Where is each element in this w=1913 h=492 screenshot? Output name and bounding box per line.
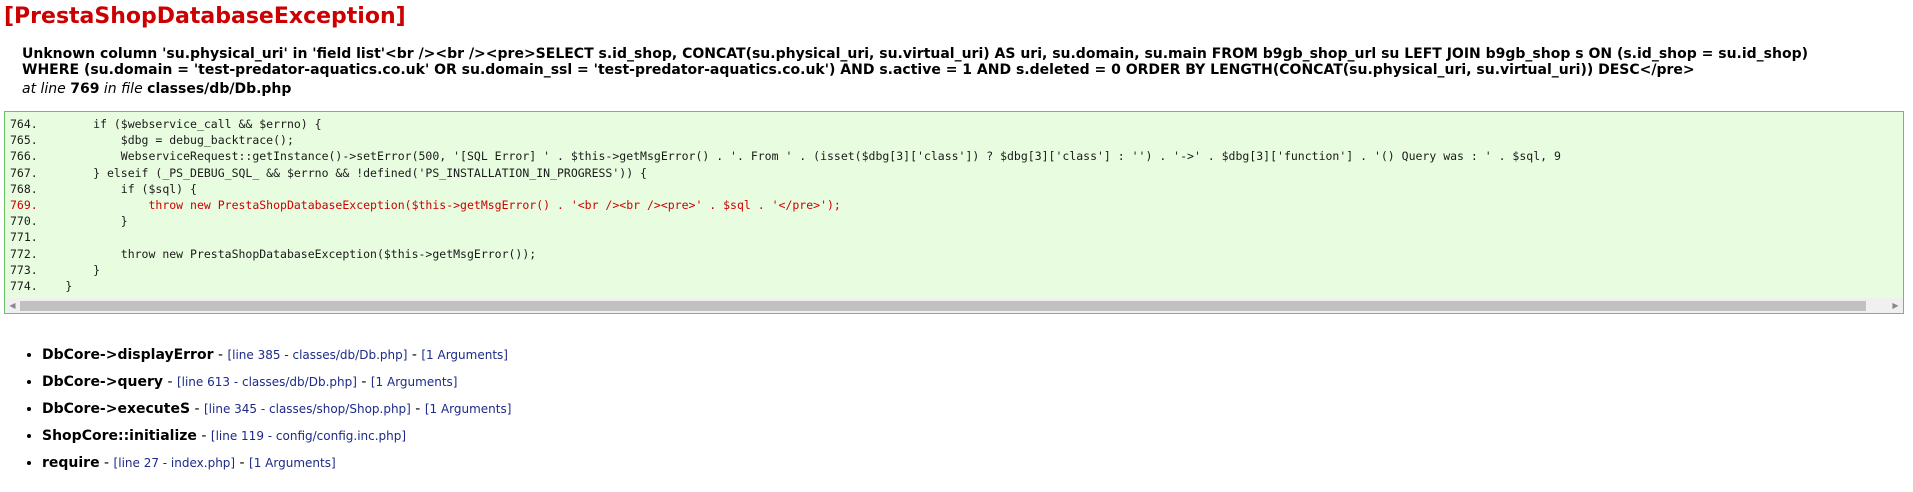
code-line-number: 773. bbox=[10, 262, 38, 277]
trace-separator: - bbox=[196, 428, 211, 444]
code-line: 765. $dbg = debug_backtrace(); bbox=[10, 132, 1903, 148]
stack-trace-item: require - [line 27 - index.php] - [1 Arg… bbox=[42, 450, 511, 477]
code-line-number: 770. bbox=[10, 214, 38, 229]
exception-message: Unknown column 'su.physical_uri' in 'fie… bbox=[22, 46, 1902, 78]
code-line-text: if ($webservice_call && $errno) { bbox=[37, 117, 322, 131]
exception-message-line: Unknown column 'su.physical_uri' in 'fie… bbox=[22, 46, 1809, 62]
code-line-text: } bbox=[37, 262, 101, 277]
code-line-text: if ($sql) { bbox=[37, 181, 197, 196]
scroll-right-arrow-icon[interactable]: ▶ bbox=[1888, 298, 1903, 313]
trace-arguments-link[interactable]: [1 Arguments] bbox=[425, 402, 512, 416]
stack-trace-item: DbCore->displayError - [line 385 - class… bbox=[42, 342, 511, 369]
stack-trace-item: ShopCore::initialize - [line 119 - confi… bbox=[42, 423, 511, 450]
trace-arguments-link[interactable]: [1 Arguments] bbox=[371, 375, 458, 389]
trace-separator: - bbox=[407, 347, 422, 363]
code-line-text: $dbg = debug_backtrace(); bbox=[37, 133, 294, 148]
code-line-number: 766. bbox=[10, 149, 38, 164]
code-lines: 764. if ($webservice_call && $errno) {76… bbox=[10, 116, 1903, 294]
code-line-number: 774. bbox=[10, 278, 38, 293]
trace-separator: - bbox=[99, 455, 114, 471]
code-line-text: throw new PrestaShopDatabaseException($t… bbox=[37, 197, 841, 212]
code-line-number: 767. bbox=[10, 165, 38, 180]
location-middle: in file bbox=[99, 81, 148, 97]
scrollbar-thumb[interactable] bbox=[20, 301, 1866, 311]
trace-location-link[interactable]: [line 345 - classes/shop/Shop.php] bbox=[204, 402, 411, 416]
location-file: classes/db/Db.php bbox=[147, 81, 292, 97]
location-line-number: 769 bbox=[70, 81, 100, 97]
trace-arguments-link[interactable]: [1 Arguments] bbox=[421, 348, 508, 362]
trace-separator: - bbox=[213, 347, 228, 363]
code-line-number: 771. bbox=[10, 230, 38, 245]
trace-separator: - bbox=[356, 374, 371, 390]
trace-location-link[interactable]: [line 27 - index.php] bbox=[114, 456, 236, 470]
code-line-number: 768. bbox=[10, 181, 38, 196]
exception-location: at line 769 in file classes/db/Db.php bbox=[22, 81, 291, 97]
code-excerpt[interactable]: 764. if ($webservice_call && $errno) {76… bbox=[4, 111, 1904, 314]
trace-separator: - bbox=[235, 455, 250, 471]
trace-separator: - bbox=[163, 374, 177, 390]
trace-function-name: DbCore->executeS bbox=[42, 401, 191, 417]
code-line: 774. } bbox=[10, 278, 1903, 294]
code-line: 767. } elseif (_PS_DEBUG_SQL_ && $errno … bbox=[10, 165, 1903, 181]
trace-location-link[interactable]: [line 385 - classes/db/Db.php] bbox=[227, 348, 407, 362]
trace-location-link[interactable]: [line 119 - config/config.inc.php] bbox=[211, 429, 406, 443]
code-line-number: 769. bbox=[10, 197, 38, 212]
trace-function-name: ShopCore::initialize bbox=[42, 428, 197, 444]
code-line: 771. bbox=[10, 229, 1903, 245]
code-line: 773. } bbox=[10, 262, 1903, 278]
trace-function-name: require bbox=[42, 455, 100, 471]
trace-function-name: DbCore->query bbox=[42, 374, 163, 390]
code-line: 770. } bbox=[10, 213, 1903, 229]
stack-trace-item: DbCore->query - [line 613 - classes/db/D… bbox=[42, 369, 511, 396]
stack-trace: DbCore->displayError - [line 385 - class… bbox=[0, 342, 511, 477]
code-line-text: WebserviceRequest::getInstance()->setErr… bbox=[37, 149, 1561, 164]
code-line-number: 772. bbox=[10, 246, 38, 261]
trace-arguments-link[interactable]: [1 Arguments] bbox=[249, 456, 336, 470]
trace-location-link[interactable]: [line 613 - classes/db/Db.php] bbox=[177, 375, 357, 389]
code-line: 766. WebserviceRequest::getInstance()->s… bbox=[10, 148, 1903, 164]
code-line: 768. if ($sql) { bbox=[10, 181, 1903, 197]
exception-message-line: WHERE (su.domain = 'test-predator-aquati… bbox=[22, 62, 1695, 78]
trace-separator: - bbox=[190, 401, 204, 417]
code-line-text: } bbox=[37, 214, 128, 229]
trace-function-name: DbCore->displayError bbox=[42, 347, 214, 363]
horizontal-scrollbar[interactable]: ◀ ▶ bbox=[5, 298, 1903, 313]
code-line: 769. throw new PrestaShopDatabaseExcepti… bbox=[10, 197, 1903, 213]
code-line-text: } elseif (_PS_DEBUG_SQL_ && $errno && !d… bbox=[37, 165, 647, 180]
code-line-text: } bbox=[37, 278, 73, 293]
code-line-number: 765. bbox=[10, 133, 38, 148]
stack-trace-item: DbCore->executeS - [line 345 - classes/s… bbox=[42, 396, 511, 423]
code-line: 772. throw new PrestaShopDatabaseExcepti… bbox=[10, 246, 1903, 262]
scroll-left-arrow-icon[interactable]: ◀ bbox=[5, 298, 20, 313]
location-prefix: at line bbox=[22, 81, 71, 97]
code-line-number: 764. bbox=[10, 117, 38, 131]
code-line-text: throw new PrestaShopDatabaseException($t… bbox=[37, 246, 537, 261]
trace-separator: - bbox=[410, 401, 425, 417]
exception-title: [PrestaShopDatabaseException] bbox=[4, 4, 406, 29]
code-line: 764. if ($webservice_call && $errno) { bbox=[10, 116, 1903, 132]
